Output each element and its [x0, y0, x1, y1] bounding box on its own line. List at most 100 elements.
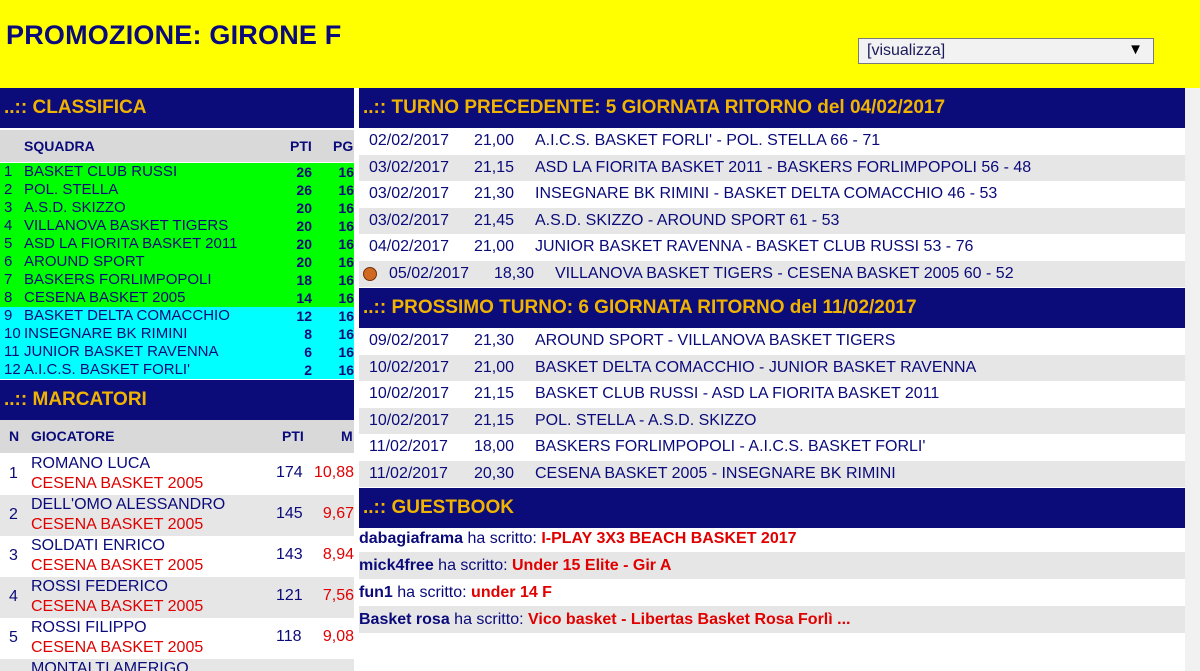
match-row[interactable]: 05/02/2017 18,30 VILLANOVA BASKET TIGERS -…	[359, 260, 1185, 287]
guestbook-user[interactable]: mick4free	[359, 557, 434, 574]
standing-team[interactable]: BASKET DELTA COMACCHIO	[24, 307, 230, 325]
standing-team[interactable]: CESENA BASKET 2005	[24, 289, 185, 307]
match-game[interactable]: AROUND SPORT - VILLANOVA BASKET TIGERS	[535, 328, 895, 354]
guestbook-entry[interactable]: Basket rosa ha scritto: Vico basket - Li…	[359, 606, 1185, 633]
standing-team[interactable]: INSEGNARE BK RIMINI	[24, 325, 187, 343]
standings-row[interactable]: 7 BASKERS FORLIMPOPOLI 18 16	[0, 271, 354, 289]
guestbook-heading: ..:: GUESTBOOK	[359, 488, 1185, 528]
standing-team[interactable]: ASD LA FIORITA BASKET 2011	[24, 235, 237, 253]
match-row[interactable]: 03/02/2017 21,45 A.S.D. SKIZZO - AROUND SP…	[359, 207, 1185, 234]
match-game[interactable]: BASKET CLUB RUSSI - ASD LA FIORITA BASKE…	[535, 381, 939, 407]
standings-row[interactable]: 4 VILLANOVA BASKET TIGERS 20 16	[0, 217, 354, 235]
marcatori-header-row: N GIOCATORE PTI M	[0, 420, 354, 453]
match-row[interactable]: 11/02/2017 18,00 BASKERS FORLIMPOPOLI - A.…	[359, 434, 1185, 460]
guestbook-message[interactable]: under 14 F	[471, 584, 552, 601]
standing-team[interactable]: A.I.C.S. BASKET FORLI'	[24, 361, 190, 379]
guestbook-message[interactable]: Under 15 Elite - Gir A	[512, 557, 671, 574]
standings-row[interactable]: 2 POL. STELLA 26 16	[0, 181, 354, 199]
scorer-name[interactable]: ROMANO LUCA	[31, 455, 150, 473]
standing-position: 3	[4, 199, 13, 216]
scorer-row[interactable]: 1 ROMANO LUCA CESENA BASKET 2005 174 10,88	[0, 454, 354, 495]
col-pti: PTI	[282, 428, 304, 444]
standing-team[interactable]: AROUND SPORT	[24, 253, 145, 271]
standing-points: 20	[296, 236, 312, 252]
match-row[interactable]: 10/02/2017 21,15 BASKET CLUB RUSSI - ASD L…	[359, 381, 1185, 407]
match-game[interactable]: BASKERS FORLIMPOPOLI - A.I.C.S. BASKET F…	[535, 434, 925, 460]
match-game[interactable]: INSEGNARE BK RIMINI - BASKET DELTA COMAC…	[535, 181, 997, 207]
guestbook-entry[interactable]: dabagiaframa ha scritto: I-PLAY 3X3 BEAC…	[359, 525, 1185, 552]
scorer-row[interactable]: 2 DELL'OMO ALESSANDRO CESENA BASKET 2005 14…	[0, 495, 354, 536]
match-game[interactable]: POL. STELLA - A.S.D. SKIZZO	[535, 408, 756, 434]
standing-points: 20	[296, 254, 312, 270]
match-game[interactable]: BASKET DELTA COMACCHIO - JUNIOR BASKET R…	[535, 355, 976, 381]
match-game[interactable]: ASD LA FIORITA BASKET 2011 - BASKERS FOR…	[535, 155, 1031, 181]
standing-position: 8	[4, 289, 13, 306]
guestbook-user[interactable]: fun1	[359, 584, 393, 601]
match-row[interactable]: 09/02/2017 21,30 AROUND SPORT - VILLANOVA …	[359, 328, 1185, 354]
standings-row[interactable]: 3 A.S.D. SKIZZO 20 16	[0, 199, 354, 217]
standings-row[interactable]: 12 A.I.C.S. BASKET FORLI' 2 16	[0, 361, 354, 379]
standing-team[interactable]: BASKET CLUB RUSSI	[24, 163, 177, 181]
view-select[interactable]: [visualizza] ▼	[858, 38, 1154, 64]
guestbook-wrote-label: ha scritto:	[467, 530, 537, 547]
guestbook-entry[interactable]: fun1 ha scritto: under 14 F	[359, 579, 1185, 606]
prossimo-turno-heading: ..:: PROSSIMO TURNO: 6 GIORNATA RITORNO …	[359, 288, 1185, 328]
standing-position: 5	[4, 235, 13, 252]
standings-row[interactable]: 6 AROUND SPORT 20 16	[0, 253, 354, 271]
match-date: 03/02/2017	[369, 211, 450, 229]
match-date: 10/02/2017	[369, 358, 450, 376]
standing-position: 7	[4, 271, 13, 288]
guestbook-wrote-label: ha scritto:	[397, 584, 467, 601]
scorer-name[interactable]: DELL'OMO ALESSANDRO	[31, 496, 225, 514]
match-row[interactable]: 04/02/2017 21,00 JUNIOR BASKET RAVENNA - B…	[359, 234, 1185, 260]
match-row[interactable]: 10/02/2017 21,15 POL. STELLA - A.S.D. SKIZ…	[359, 407, 1185, 434]
scorer-row[interactable]: 4 ROSSI FEDERICO CESENA BASKET 2005 121 7,56	[0, 577, 354, 618]
guestbook-message[interactable]: I-PLAY 3X3 BEACH BASKET 2017	[541, 530, 796, 547]
standings-row[interactable]: 8 CESENA BASKET 2005 14 16	[0, 289, 354, 307]
scorer-name[interactable]: ROSSI FEDERICO	[31, 578, 168, 596]
scorer-row[interactable]: 3 SOLDATI ENRICO CESENA BASKET 2005 143 8,94	[0, 536, 354, 577]
match-game[interactable]: A.I.C.S. BASKET FORLI' - POL. STELLA 66 …	[535, 128, 880, 154]
match-game[interactable]: JUNIOR BASKET RAVENNA - BASKET CLUB RUSS…	[535, 234, 973, 260]
col-pti: PTI	[290, 138, 312, 154]
guestbook-entry[interactable]: mick4free ha scritto: Under 15 Elite - G…	[359, 552, 1185, 579]
standing-played: 16	[338, 254, 354, 270]
header-bar: PROMOZIONE: GIRONE F [visualizza] ▼	[0, 0, 1200, 88]
scorer-name[interactable]: MONTALTI AMERIGO	[31, 660, 189, 671]
match-row[interactable]: 02/02/2017 21,00 A.I.C.S. BASKET FORLI' - …	[359, 128, 1185, 154]
standings-row[interactable]: 9 BASKET DELTA COMACCHIO 12 16	[0, 307, 354, 325]
match-row[interactable]: 03/02/2017 21,30 INSEGNARE BK RIMINI - BAS…	[359, 181, 1185, 207]
match-row[interactable]: 03/02/2017 21,15 ASD LA FIORITA BASKET 201…	[359, 154, 1185, 181]
scorer-points: 118	[276, 628, 302, 645]
match-game[interactable]: CESENA BASKET 2005 - INSEGNARE BK RIMINI	[535, 461, 896, 487]
standing-team[interactable]: JUNIOR BASKET RAVENNA	[24, 343, 219, 361]
standing-team[interactable]: VILLANOVA BASKET TIGERS	[24, 217, 228, 235]
guestbook-user[interactable]: Basket rosa	[359, 611, 450, 628]
match-game[interactable]: VILLANOVA BASKET TIGERS - CESENA BASKET …	[555, 261, 1014, 287]
standing-team[interactable]: A.S.D. SKIZZO	[24, 199, 126, 217]
standings-row[interactable]: 11 JUNIOR BASKET RAVENNA 6 16	[0, 343, 354, 361]
scorer-name[interactable]: ROSSI FILIPPO	[31, 619, 147, 637]
match-row[interactable]: 10/02/2017 21,00 BASKET DELTA COMACCHIO - …	[359, 354, 1185, 381]
match-time: 21,00	[474, 358, 515, 376]
standing-team[interactable]: POL. STELLA	[24, 181, 118, 199]
match-date: 03/02/2017	[369, 185, 450, 202]
standings-row[interactable]: 1 BASKET CLUB RUSSI 26 16	[0, 163, 354, 181]
standings-row[interactable]: 5 ASD LA FIORITA BASKET 2011 20 16	[0, 235, 354, 253]
guestbook-message[interactable]: Vico basket - Libertas Basket Rosa Forlì…	[528, 611, 850, 628]
match-date: 02/02/2017	[369, 132, 450, 149]
scorer-row[interactable]: 5 ROSSI FILIPPO CESENA BASKET 2005 118 9,08	[0, 618, 354, 659]
match-time: 18,00	[474, 438, 515, 455]
guestbook-user[interactable]: dabagiaframa	[359, 530, 463, 547]
standing-team[interactable]: BASKERS FORLIMPOPOLI	[24, 271, 212, 289]
scorer-row[interactable]: MONTALTI AMERIGO	[0, 659, 354, 671]
standings-row[interactable]: 10 INSEGNARE BK RIMINI 8 16	[0, 325, 354, 343]
standing-played: 16	[338, 218, 354, 234]
scorer-name[interactable]: SOLDATI ENRICO	[31, 537, 165, 555]
standing-points: 6	[304, 344, 312, 360]
scrollbar[interactable]	[1185, 88, 1200, 671]
match-game[interactable]: A.S.D. SKIZZO - AROUND SPORT 61 - 53	[535, 208, 839, 234]
match-row[interactable]: 11/02/2017 20,30 CESENA BASKET 2005 - INSE…	[359, 460, 1185, 487]
scorer-rank: 3	[9, 547, 18, 564]
standing-points: 20	[296, 218, 312, 234]
